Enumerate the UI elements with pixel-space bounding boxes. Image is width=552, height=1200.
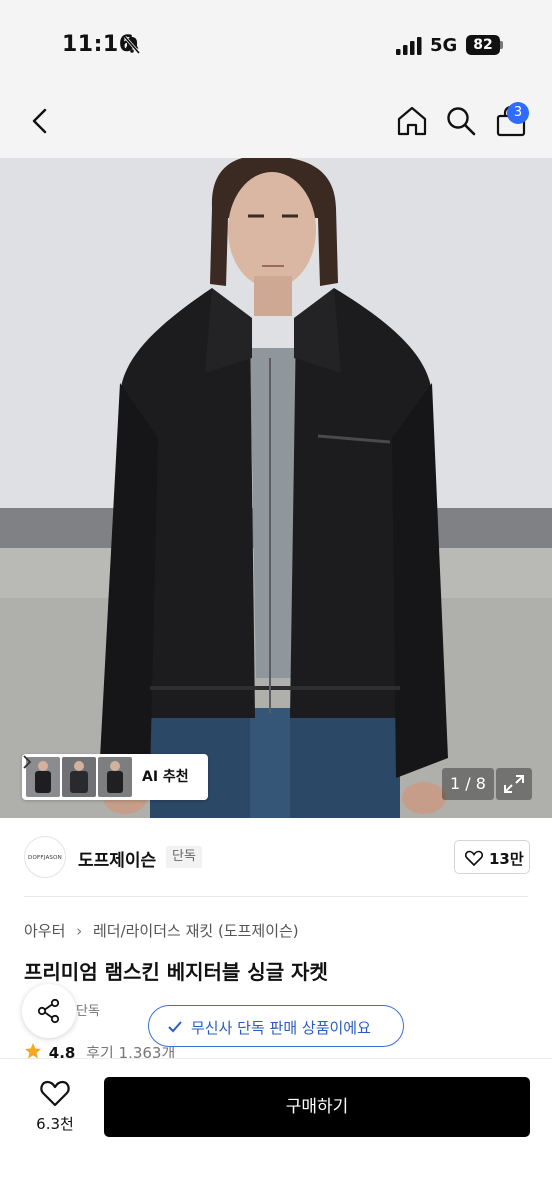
chevron-right-icon: ›	[76, 922, 83, 940]
thumbnail[interactable]	[62, 757, 96, 797]
product-title: 프리미엄 램스킨 베지터블 싱글 자켓	[24, 960, 328, 984]
top-nav: 3	[0, 92, 552, 158]
ai-recommend-strip[interactable]: AI 추천	[22, 754, 208, 800]
buy-button[interactable]: 구매하기	[104, 1077, 530, 1137]
bell-slash-icon	[123, 36, 141, 54]
brand-like-count: 13만	[489, 850, 524, 868]
breadcrumb-item[interactable]: 레더/라이더스 재킷 (도프제이슨)	[93, 922, 299, 940]
brand-name[interactable]: 도프제이슨	[78, 846, 156, 871]
signal-icon	[396, 37, 422, 55]
bottom-action-bar: 6.3천 구매하기	[0, 1058, 552, 1200]
wishlist-count: 6.3천	[36, 1115, 74, 1133]
exclusive-tag: 단독	[166, 846, 202, 868]
product-photo	[0, 158, 552, 818]
expand-icon	[504, 775, 524, 793]
ai-recommend-label[interactable]: AI 추천	[142, 766, 189, 786]
expand-button[interactable]	[496, 768, 532, 800]
product-image-gallery[interactable]: AI 추천 1 / 8	[0, 158, 552, 818]
search-icon[interactable]	[444, 104, 478, 138]
breadcrumb: 아우터 › 레더/라이더스 재킷 (도프제이슨)	[24, 920, 299, 941]
share-icon	[37, 998, 60, 1024]
battery-indicator: 82	[466, 35, 500, 55]
back-icon[interactable]	[24, 104, 58, 138]
thumbnail[interactable]	[98, 757, 132, 797]
product-exclusive-tag: 단독	[76, 1004, 100, 1019]
breadcrumb-item[interactable]: 아우터	[24, 922, 65, 940]
battery-cap	[500, 41, 503, 49]
wishlist-button[interactable]: 6.3천	[24, 1077, 88, 1141]
chevron-right-icon	[23, 755, 32, 769]
network-label: 5G	[430, 35, 458, 56]
brand-like-button[interactable]: 13만	[454, 840, 530, 874]
share-button[interactable]	[22, 984, 76, 1038]
divider	[24, 896, 528, 897]
home-icon[interactable]	[395, 104, 429, 138]
heart-icon	[40, 1080, 70, 1107]
exclusive-toast: 무신사 단독 판매 상품이에요	[148, 1005, 404, 1047]
image-page-counter: 1 / 8	[442, 768, 494, 800]
cart-count-badge: 3	[507, 102, 529, 124]
toast-text: 무신사 단독 판매 상품이에요	[191, 1019, 371, 1037]
check-icon	[168, 1021, 182, 1033]
heart-icon	[465, 850, 483, 866]
status-bar: 11:16 5G 82	[0, 0, 552, 92]
brand-logo[interactable]: DOFFJASON	[24, 836, 66, 878]
